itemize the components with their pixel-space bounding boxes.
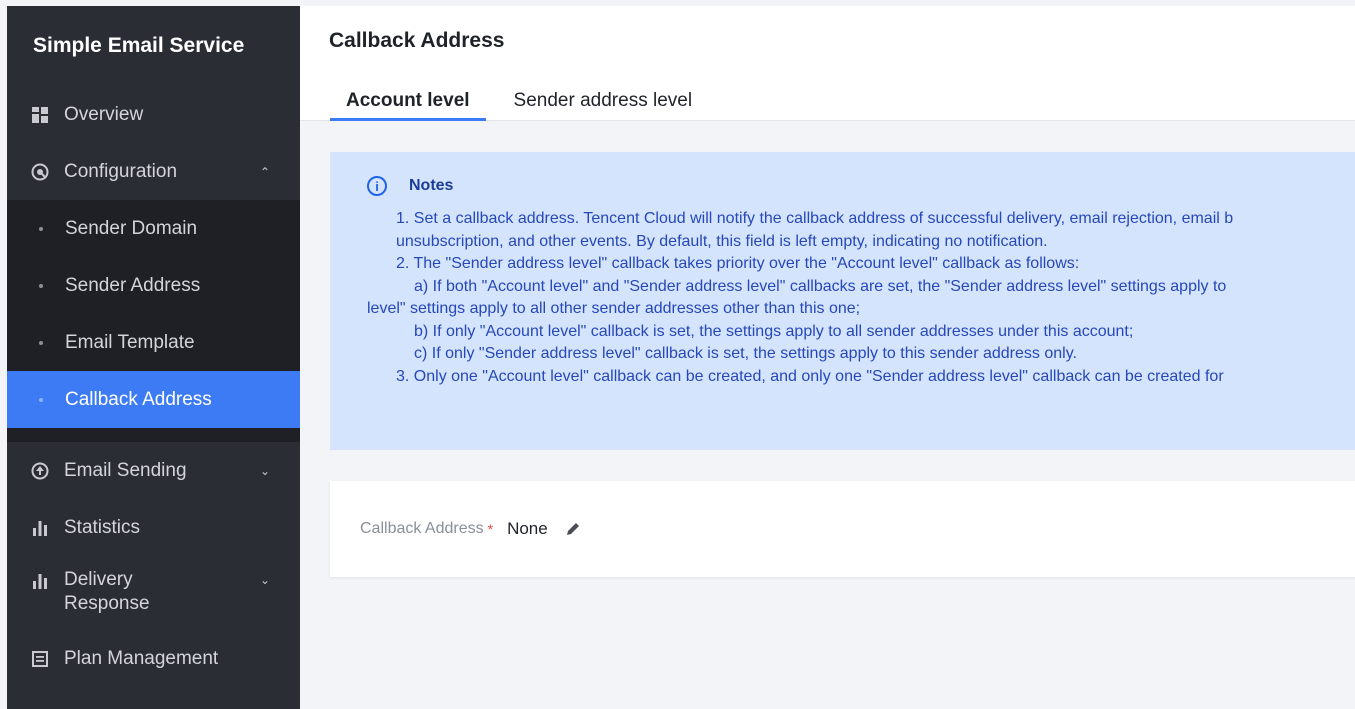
grid-icon xyxy=(31,106,49,124)
chevron-down-icon: ⌄ xyxy=(259,573,270,587)
sidebar-item-delivery-response[interactable]: Delivery Response ⌄ xyxy=(7,556,300,630)
configuration-submenu: Sender Domain Sender Address Email Templ… xyxy=(7,200,300,442)
notes-line: unsubscription, and other events. By def… xyxy=(396,232,1048,250)
bar-chart-icon xyxy=(31,572,49,590)
sidebar-title: Simple Email Service xyxy=(33,34,245,57)
tab-sender-address-level[interactable]: Sender address level xyxy=(498,90,709,121)
notes-line: 2. The "Sender address level" callback t… xyxy=(396,255,1080,272)
callback-address-label: Callback Address xyxy=(360,520,484,537)
notes-line: c) If only "Sender address level" callba… xyxy=(414,345,1077,362)
sidebar-item-callback-address[interactable]: Callback Address xyxy=(7,371,300,428)
sidebar: Simple Email Service Overview Configurat… xyxy=(7,6,300,709)
sidebar-item-label: Email Template xyxy=(65,331,195,353)
sidebar-item-label: Configuration xyxy=(64,160,178,182)
notes-header: i Notes xyxy=(367,176,1355,196)
notes-line: a) If both "Account level" and "Sender a… xyxy=(414,277,1227,295)
sidebar-item-label: Sender Domain xyxy=(65,217,198,239)
notes-body: 1. Set a callback address. Tencent Cloud… xyxy=(367,208,1355,388)
sidebar-item-label: Sender Address xyxy=(65,274,201,296)
bullet-icon xyxy=(39,397,43,402)
required-mark: * xyxy=(487,521,494,537)
pencil-icon[interactable] xyxy=(564,520,582,538)
document-icon xyxy=(31,650,49,668)
sidebar-item-configuration[interactable]: Configuration ⌃ xyxy=(7,143,300,200)
sidebar-item-plan-management[interactable]: Plan Management xyxy=(7,630,300,687)
sidebar-item-label: Email Sending xyxy=(64,459,187,481)
callback-address-value: None xyxy=(507,519,548,538)
upload-circle-icon xyxy=(31,462,49,480)
notes-line: 1. Set a callback address. Tencent Cloud… xyxy=(396,210,1234,227)
sidebar-item-label: Plan Management xyxy=(64,647,219,669)
sidebar-item-label: Statistics xyxy=(64,516,141,538)
notes-line: b) If only "Account level" callback is s… xyxy=(414,322,1134,340)
chevron-down-icon: ⌄ xyxy=(259,463,270,478)
main-content: Callback Address Account level Sender ad… xyxy=(300,6,1355,709)
chevron-up-icon: ⌃ xyxy=(259,164,270,179)
sidebar-item-label: Delivery xyxy=(64,569,133,590)
sidebar-item-sender-domain[interactable]: Sender Domain xyxy=(7,200,300,257)
sidebar-item-label: Callback Address xyxy=(65,388,212,410)
tab-account-level[interactable]: Account level xyxy=(330,90,486,121)
bullet-icon xyxy=(39,283,43,288)
bullet-icon xyxy=(39,340,43,345)
notes-title: Notes xyxy=(409,177,454,194)
sidebar-item-overview[interactable]: Overview xyxy=(7,86,300,143)
notes-line: 3. Only one "Account level" callback can… xyxy=(396,367,1224,385)
tab-bar: Account level Sender address level xyxy=(330,90,720,121)
notes-panel: i Notes 1. Set a callback address. Tence… xyxy=(330,152,1355,450)
sidebar-item-sender-address[interactable]: Sender Address xyxy=(7,257,300,314)
sidebar-item-label: Overview xyxy=(64,103,144,125)
config-icon xyxy=(31,163,49,181)
page-title: Callback Address xyxy=(329,29,505,52)
page-header: Callback Address Account level Sender ad… xyxy=(300,6,1355,121)
sidebar-item-email-sending[interactable]: Email Sending ⌄ xyxy=(7,442,300,499)
sidebar-item-label-group: Delivery Response xyxy=(64,568,150,616)
submenu-spacer xyxy=(7,428,300,442)
info-icon: i xyxy=(367,176,387,196)
bullet-icon xyxy=(39,226,43,231)
sidebar-item-email-template[interactable]: Email Template xyxy=(7,314,300,371)
callback-card: Callback Address * None xyxy=(330,481,1355,577)
sidebar-item-label: Response xyxy=(64,593,150,614)
sidebar-item-statistics[interactable]: Statistics xyxy=(7,499,300,556)
bar-chart-icon xyxy=(31,519,49,537)
notes-line: level" settings apply to all other sende… xyxy=(367,300,861,317)
